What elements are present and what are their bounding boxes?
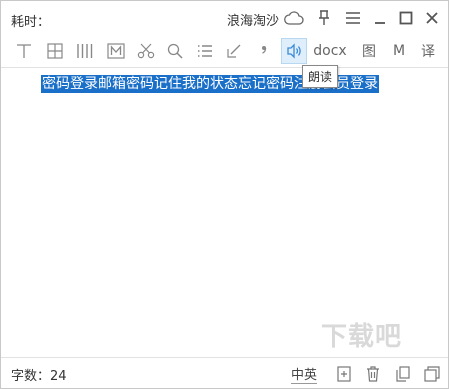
markdown-button[interactable]: M bbox=[388, 38, 410, 64]
toolbar: docx 图 M 译 bbox=[1, 38, 448, 64]
image-button[interactable]: 图 bbox=[358, 38, 380, 64]
scissors-icon[interactable] bbox=[135, 38, 157, 64]
username-label[interactable]: 浪海淘沙 bbox=[227, 10, 279, 29]
close-icon[interactable] bbox=[421, 7, 443, 29]
status-bar: 字数：24 中英 bbox=[1, 357, 448, 389]
search-icon[interactable] bbox=[164, 38, 186, 64]
language-toggle[interactable]: 中英 bbox=[291, 364, 318, 384]
comma-icon[interactable] bbox=[253, 38, 275, 64]
copy-icon[interactable] bbox=[393, 364, 413, 384]
list-icon[interactable] bbox=[194, 38, 216, 64]
elapsed-time-label: 耗时： bbox=[11, 15, 51, 30]
markdown-box-icon[interactable] bbox=[105, 38, 127, 64]
add-page-icon[interactable] bbox=[334, 364, 354, 384]
translate-button[interactable]: 译 bbox=[417, 38, 439, 64]
table-icon[interactable] bbox=[44, 38, 66, 64]
app-window: 耗时： 浪海淘沙 docx 图 M 译 密码登录邮箱密码记住我的状态忘记密码注册… bbox=[0, 0, 449, 389]
minimize-icon[interactable] bbox=[369, 7, 391, 29]
word-count: 字数：24 bbox=[11, 369, 67, 384]
speaker-icon[interactable] bbox=[281, 38, 307, 64]
docx-button[interactable]: docx bbox=[311, 38, 349, 64]
title-bar: 耗时： 浪海淘沙 bbox=[1, 1, 448, 35]
text-format-icon[interactable] bbox=[13, 38, 35, 64]
menu-icon[interactable] bbox=[342, 7, 364, 29]
cloud-icon[interactable] bbox=[283, 7, 305, 29]
window-icon[interactable] bbox=[422, 364, 442, 384]
text-editor[interactable]: 密码登录邮箱密码记住我的状态忘记密码注册会员登录 bbox=[1, 68, 448, 356]
pin-icon[interactable] bbox=[313, 7, 335, 29]
watermark-logo: 下载吧 bbox=[321, 322, 403, 352]
columns-icon[interactable] bbox=[74, 38, 96, 64]
trash-icon[interactable] bbox=[363, 364, 383, 384]
edit-icon[interactable] bbox=[223, 38, 245, 64]
maximize-icon[interactable] bbox=[395, 7, 417, 29]
read-aloud-tooltip: 朗读 bbox=[302, 65, 339, 88]
